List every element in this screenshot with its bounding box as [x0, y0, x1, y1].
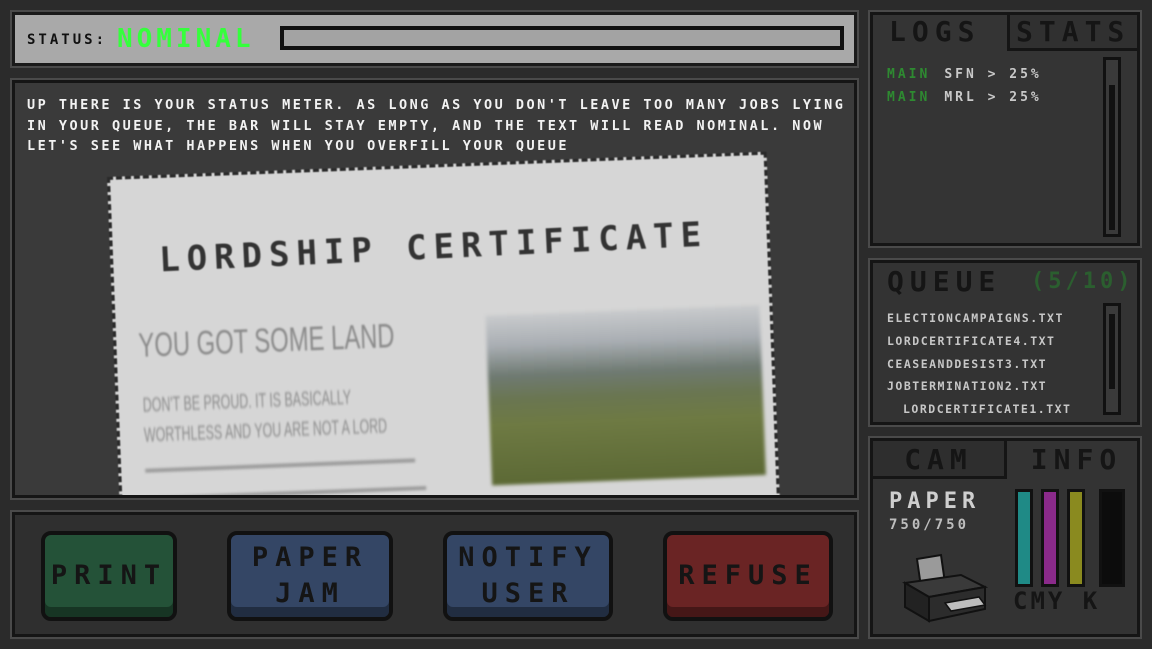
status-meter	[280, 26, 844, 50]
ink-black-level	[1102, 492, 1122, 584]
ink-magenta-level	[1044, 492, 1056, 584]
ink-yellow-level	[1070, 492, 1082, 584]
status-value: NOMINAL	[117, 24, 255, 54]
queue-item[interactable]: LORDCERTIFICATE4.TXT	[887, 334, 1055, 348]
print-button-label: PRINT	[50, 560, 168, 591]
landscape-photo	[485, 305, 766, 486]
tab-logs[interactable]: LOGS	[883, 15, 1005, 51]
print-button[interactable]: PRINT	[41, 531, 177, 621]
notify-user-button[interactable]: NOTIFY USER	[443, 531, 613, 621]
tab-stats[interactable]: STATS	[1007, 15, 1140, 51]
refuse-button[interactable]: REFUSE	[663, 531, 833, 621]
info-panel: CAM INFO PAPER 750/750 CMY K	[868, 436, 1142, 639]
log-text: SFN > 25%	[944, 67, 1042, 82]
refuse-button-label: REFUSE	[678, 560, 818, 591]
status-label: STATUS:	[27, 32, 108, 48]
log-tag: MAIN	[887, 67, 931, 82]
queue-scrollbar[interactable]	[1103, 303, 1121, 415]
queue-item[interactable]: LORDCERTIFICATE1.TXT	[903, 402, 1071, 416]
queue-item[interactable]: ELECTIONCAMPAIGNS.TXT	[887, 311, 1064, 325]
main-display: UP THERE IS YOUR STATUS METER. AS LONG A…	[10, 78, 859, 500]
paper-count: 750/750	[889, 517, 970, 533]
ink-yellow-gauge	[1067, 489, 1085, 587]
queue-panel: QUEUE (5/10) ELECTIONCAMPAIGNS.TXT LORDC…	[868, 258, 1142, 427]
tab-cam[interactable]: CAM	[873, 441, 1007, 479]
ink-labels: CMY K	[1013, 587, 1101, 615]
ink-magenta-gauge	[1041, 489, 1059, 587]
log-entry: MAIN SFN > 25%	[887, 67, 1042, 82]
queue-item[interactable]: JOBTERMINATION2.TXT	[887, 379, 1047, 393]
status-panel: STATUS: NOMINAL	[10, 10, 859, 68]
paper-label: PAPER	[889, 489, 981, 514]
ink-cyan-gauge	[1015, 489, 1033, 587]
action-buttons-panel: PRINT PAPER JAM NOTIFY USER REFUSE	[10, 510, 859, 639]
paper-jam-button-label: PAPER JAM	[251, 542, 369, 609]
certificate-fine-print	[146, 485, 427, 495]
logs-scrollbar[interactable]	[1103, 57, 1121, 237]
queue-scroll-thumb[interactable]	[1109, 314, 1115, 389]
queue-count: (5/10)	[1031, 269, 1135, 294]
certificate-line: WORTHLESS AND YOU ARE NOT A LORD	[143, 415, 388, 447]
ink-black-gauge	[1099, 489, 1125, 587]
logs-panel: LOGS STATS MAIN SFN > 25% MAIN MRL > 25%	[868, 10, 1142, 248]
certificate-line: DON'T BE PROUD. IT IS BASICALLY	[142, 386, 352, 417]
tab-info[interactable]: INFO	[1013, 441, 1140, 479]
certificate-title: LORDSHIP CERTIFICATE	[158, 214, 709, 281]
queue-title: QUEUE	[887, 265, 1002, 298]
log-entry: MAIN MRL > 25%	[887, 90, 1042, 105]
certificate-fine-print	[145, 458, 416, 473]
certificate-subtitle: YOU GOT SOME LAND	[137, 317, 396, 365]
lordship-certificate-document[interactable]: LORDSHIP CERTIFICATE YOU GOT SOME LAND D…	[107, 151, 781, 495]
notify-user-button-label: NOTIFY USER	[458, 542, 598, 609]
paper-jam-button[interactable]: PAPER JAM	[227, 531, 393, 621]
queue-item[interactable]: CEASEANDDESIST3.TXT	[887, 357, 1047, 371]
log-text: MRL > 25%	[944, 90, 1042, 105]
log-tag: MAIN	[887, 90, 931, 105]
printer-icon	[902, 553, 989, 623]
ink-cyan-level	[1018, 492, 1030, 584]
tutorial-text: UP THERE IS YOUR STATUS METER. AS LONG A…	[27, 97, 846, 154]
logs-scroll-thumb[interactable]	[1109, 85, 1115, 230]
